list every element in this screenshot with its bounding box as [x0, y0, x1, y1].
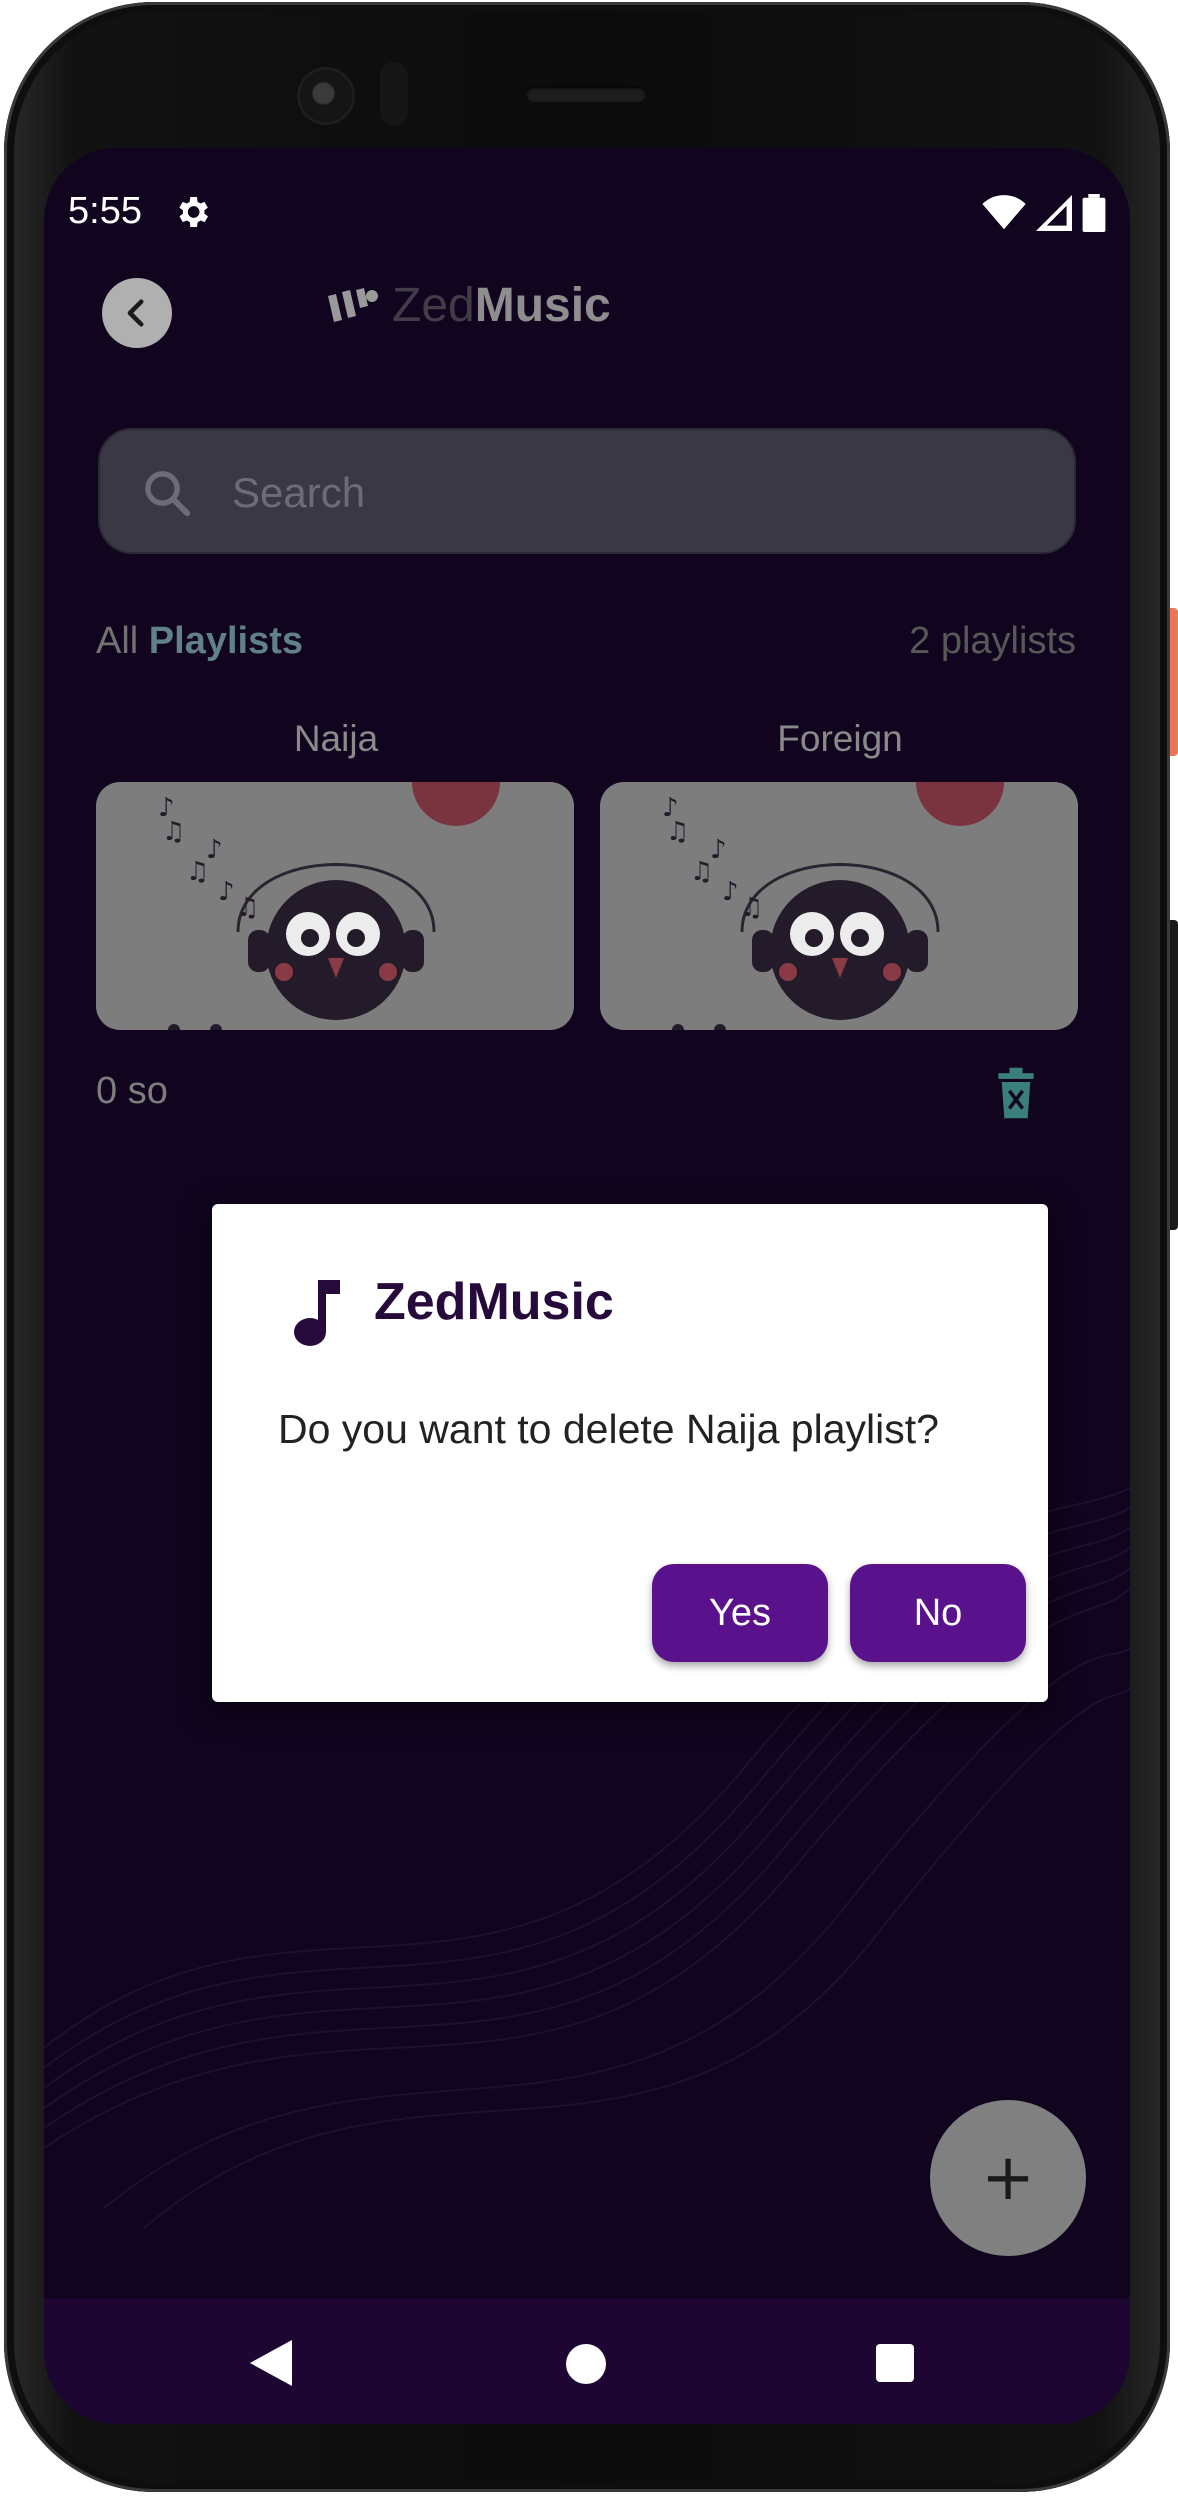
nav-back-icon[interactable]: [250, 2340, 292, 2386]
yes-button[interactable]: Yes: [652, 1564, 828, 1662]
dialog-message: Do you want to delete Naija playlist?: [278, 1406, 939, 1452]
nav-home-icon[interactable]: [566, 2344, 606, 2384]
delete-confirmation-dialog: ZedMusic Do you want to delete Naija pla…: [212, 1204, 1048, 1702]
nav-recents-icon[interactable]: [876, 2344, 914, 2382]
proximity-sensor: [380, 62, 408, 126]
no-button[interactable]: No: [850, 1564, 1026, 1662]
volume-button: [1170, 920, 1178, 1230]
power-button: [1170, 608, 1178, 756]
system-nav-bar: [44, 2298, 1130, 2424]
dialog-title: ZedMusic: [374, 1273, 614, 1331]
music-note-icon: [294, 1280, 340, 1346]
app-screen: 5:55 ZedMusic Search All Playlists 2 pla…: [44, 148, 1130, 2424]
front-camera: [300, 70, 352, 122]
earpiece-speaker: [526, 86, 646, 102]
